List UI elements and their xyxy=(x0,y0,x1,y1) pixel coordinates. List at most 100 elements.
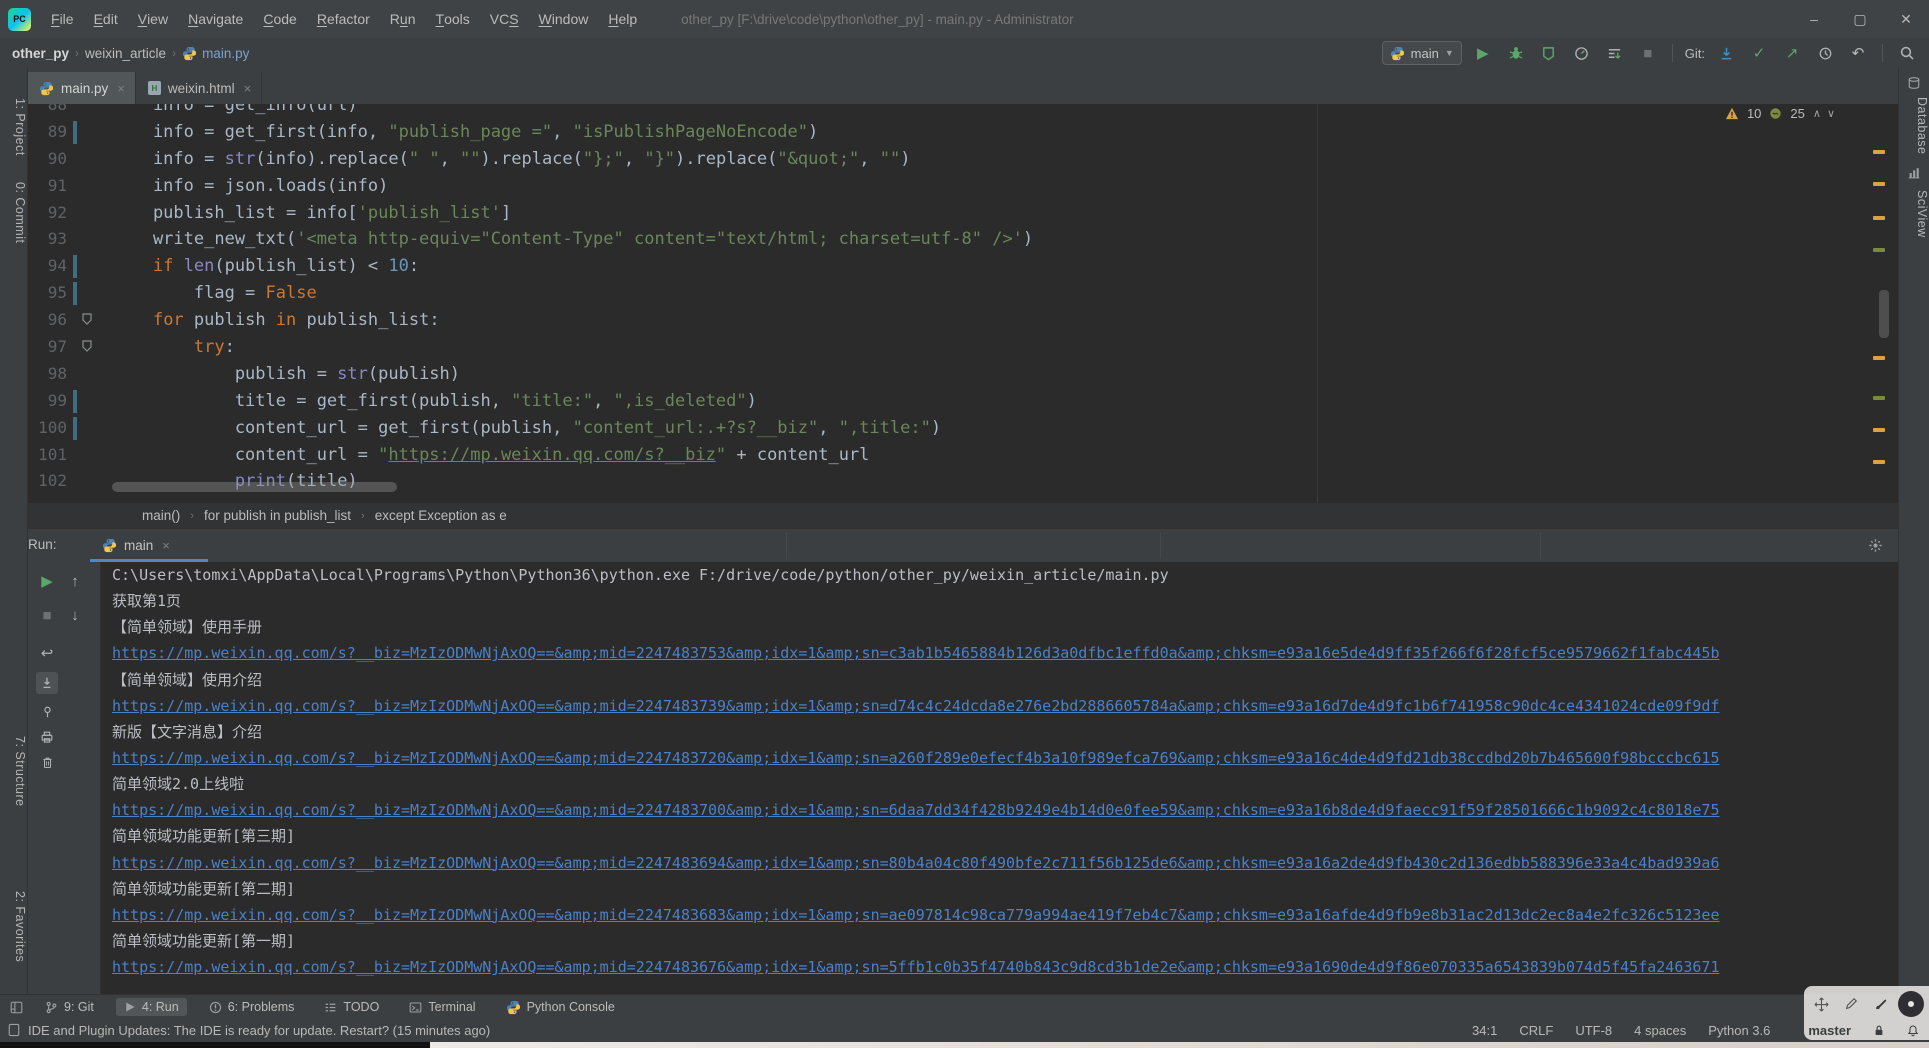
menu-item-tools[interactable]: Tools xyxy=(426,0,480,38)
menu-item-code[interactable]: Code xyxy=(253,0,306,38)
error-stripe-mark[interactable] xyxy=(1873,428,1885,432)
console-link[interactable]: https://mp.weixin.qq.com/s?__biz=MzIzODM… xyxy=(100,902,1929,928)
console-link[interactable]: https://mp.weixin.qq.com/s?__biz=MzIzODM… xyxy=(100,850,1929,876)
sidebar-item-commit[interactable]: 0: Commit xyxy=(0,176,27,250)
menu-item-help[interactable]: Help xyxy=(598,0,647,38)
rerun-button[interactable]: ▶ xyxy=(36,570,58,592)
git-commit-icon[interactable]: ✓ xyxy=(1747,41,1771,65)
up-stack-icon[interactable]: ↑ xyxy=(64,570,86,592)
close-icon[interactable]: × xyxy=(162,538,170,553)
breadcrumb-item-weixin_article[interactable]: weixin_article xyxy=(85,46,166,61)
git-push-icon[interactable]: ↗ xyxy=(1780,41,1804,65)
file-encoding[interactable]: UTF-8 xyxy=(1575,1023,1612,1038)
maximize-button[interactable]: ▢ xyxy=(1837,0,1883,38)
minimize-button[interactable]: – xyxy=(1791,0,1837,38)
console-link[interactable]: https://mp.weixin.qq.com/s?__biz=MzIzODM… xyxy=(100,745,1929,771)
breadcrumb-item-main.py[interactable]: main.py xyxy=(182,46,249,61)
git-update-icon[interactable] xyxy=(1714,41,1738,65)
rollback-icon[interactable]: ↶ xyxy=(1846,41,1870,65)
tool-window-button-todo[interactable]: TODO xyxy=(316,998,387,1016)
editor-tab-main.py[interactable]: main.py × xyxy=(27,72,136,104)
tool-window-button-9-git[interactable]: 9: Git xyxy=(37,998,102,1016)
error-stripe-mark[interactable] xyxy=(1873,396,1885,400)
tool-window-button-terminal[interactable]: Terminal xyxy=(401,998,483,1016)
console-link[interactable]: https://mp.weixin.qq.com/s?__biz=MzIzODM… xyxy=(100,797,1929,823)
editor-code-area[interactable]: 88 info = get_info(url) 89 info = get_fir… xyxy=(27,104,1899,503)
console-link[interactable]: https://mp.weixin.qq.com/s?__biz=MzIzODM… xyxy=(100,640,1929,666)
next-problem-icon[interactable]: ∨ xyxy=(1827,107,1835,120)
sidebar-item-sciview[interactable]: SciView xyxy=(1899,184,1929,244)
sidebar-item-project[interactable]: 1: Project xyxy=(0,92,27,162)
breadcrumb-item-other_py[interactable]: other_py xyxy=(12,46,69,61)
editor-vertical-scrollbar[interactable] xyxy=(1879,290,1889,338)
search-everywhere-icon[interactable] xyxy=(1895,41,1919,65)
menu-item-file[interactable]: File xyxy=(41,0,84,38)
menu-item-run[interactable]: Run xyxy=(380,0,426,38)
menu-item-navigate[interactable]: Navigate xyxy=(178,0,253,38)
close-icon[interactable]: × xyxy=(244,81,252,96)
gear-icon[interactable] xyxy=(1868,538,1883,553)
console-link[interactable]: https://mp.weixin.qq.com/s?__biz=MzIzODM… xyxy=(100,693,1929,719)
editor-tab-weixin.html[interactable]: Hweixin.html × xyxy=(135,72,263,104)
debug-icon[interactable] xyxy=(1504,41,1528,65)
tool-window-button-4-run[interactable]: 4: Run xyxy=(115,998,187,1016)
tool-window-button-python-console[interactable]: Python Console xyxy=(498,998,623,1017)
sidebar-item-structure[interactable]: 7: Structure xyxy=(0,728,27,814)
tool-window-switcher-icon[interactable] xyxy=(10,1001,23,1014)
prev-problem-icon[interactable]: ∧ xyxy=(1813,107,1821,120)
clear-all-icon[interactable] xyxy=(36,752,58,774)
error-stripe-mark[interactable] xyxy=(1873,460,1885,464)
run-tab-main[interactable]: main × xyxy=(90,529,182,562)
down-stack-icon[interactable]: ↓ xyxy=(64,604,86,626)
close-button[interactable]: ✕ xyxy=(1883,0,1929,38)
editor-horizontal-scrollbar[interactable] xyxy=(112,482,397,492)
lock-icon[interactable] xyxy=(1873,1024,1885,1037)
sidebar-item-database[interactable]: Database xyxy=(1899,94,1929,158)
print-icon[interactable] xyxy=(36,726,58,748)
editor-breadcrumb-item[interactable]: except Exception as e xyxy=(375,508,507,523)
python-interpreter[interactable]: Python 3.6 xyxy=(1708,1023,1770,1038)
stop-button[interactable]: ■ xyxy=(36,604,58,626)
overlay-move-icon[interactable] xyxy=(1808,991,1834,1017)
fold-marker-icon[interactable] xyxy=(81,340,93,353)
notifications-icon[interactable] xyxy=(1907,1024,1919,1037)
editor-breadcrumb-item[interactable]: main() xyxy=(142,508,180,523)
menu-item-edit[interactable]: Edit xyxy=(84,0,128,38)
coverage-icon[interactable] xyxy=(1537,41,1561,65)
error-stripe-mark[interactable] xyxy=(1873,150,1885,154)
status-message[interactable]: IDE and Plugin Updates: The IDE is ready… xyxy=(28,1023,490,1038)
editor-breadcrumb-item[interactable]: for publish in publish_list xyxy=(204,508,351,523)
stop-button[interactable]: ■ xyxy=(1636,41,1660,65)
run-anything-icon[interactable] xyxy=(1603,41,1627,65)
run-console-output[interactable]: C:\Users\tomxi\AppData\Local\Programs\Py… xyxy=(100,562,1929,994)
run-configuration-selector[interactable]: main ▼ xyxy=(1381,41,1462,65)
close-icon[interactable]: × xyxy=(117,81,125,96)
indent-setting[interactable]: 4 spaces xyxy=(1634,1023,1686,1038)
soft-wrap-icon[interactable]: ↩ xyxy=(36,642,58,664)
error-stripe-mark[interactable] xyxy=(1873,248,1885,252)
ide-update-icon[interactable] xyxy=(8,1023,20,1037)
profiler-icon[interactable] xyxy=(1570,41,1594,65)
run-button[interactable]: ▶ xyxy=(1471,41,1495,65)
caret-position[interactable]: 34:1 xyxy=(1472,1023,1497,1038)
fold-marker-icon[interactable] xyxy=(81,313,93,326)
overlay-pen-icon[interactable] xyxy=(1838,991,1864,1017)
menu-item-view[interactable]: View xyxy=(128,0,178,38)
menu-item-refactor[interactable]: Refactor xyxy=(307,0,380,38)
overlay-brush-icon[interactable] xyxy=(1868,991,1894,1017)
git-branch-widget[interactable]: master xyxy=(1792,1023,1851,1038)
sidebar-item-favorites[interactable]: 2: Favorites xyxy=(0,884,27,970)
history-icon[interactable] xyxy=(1813,41,1837,65)
error-stripe-mark[interactable] xyxy=(1873,182,1885,186)
inspections-widget[interactable]: 10 25 ∧ ∨ xyxy=(1725,106,1835,121)
menu-item-window[interactable]: Window xyxy=(529,0,599,38)
overlay-record-icon[interactable] xyxy=(1898,991,1924,1017)
scroll-to-end-icon[interactable] xyxy=(36,672,58,694)
error-stripe-mark[interactable] xyxy=(1873,356,1885,360)
menu-item-vcs[interactable]: VC S xyxy=(480,0,529,38)
line-ending[interactable]: CRLF xyxy=(1519,1023,1553,1038)
error-stripe-mark[interactable] xyxy=(1873,216,1885,220)
tool-window-button-6-problems[interactable]: 6: Problems xyxy=(201,998,303,1016)
console-link[interactable]: https://mp.weixin.qq.com/s?__biz=MzIzODM… xyxy=(100,954,1929,980)
pin-icon[interactable] xyxy=(36,700,58,722)
